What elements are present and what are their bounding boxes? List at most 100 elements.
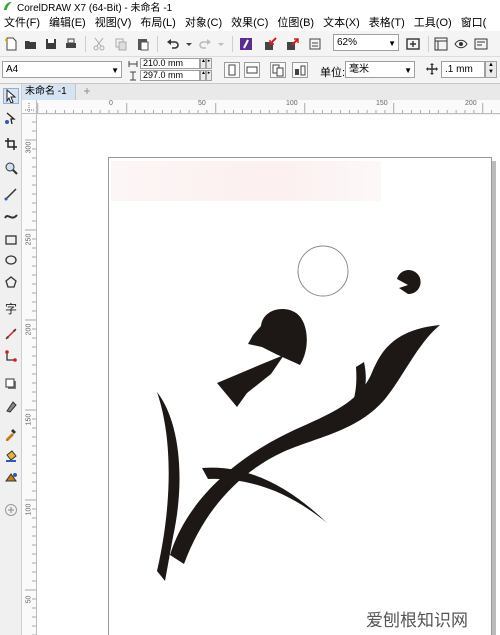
ruler-label: 100 xyxy=(286,100,298,107)
zoom-tool-icon[interactable] xyxy=(3,160,19,176)
menu-effects[interactable]: 效果(C) xyxy=(227,14,273,30)
page-height-lock-icon[interactable]: ▸ xyxy=(206,70,212,81)
ruler-label: 50 xyxy=(25,595,33,604)
page-width-lock-icon[interactable]: ▸ xyxy=(206,58,212,69)
page-width-icon xyxy=(128,61,138,67)
toolbox: 字 xyxy=(0,84,22,635)
rectangle-tool-icon[interactable] xyxy=(3,232,19,248)
search-content-icon[interactable] xyxy=(237,35,255,53)
ruler-label: 50 xyxy=(198,100,206,107)
bird-beak-shape[interactable] xyxy=(217,355,284,407)
options-icon[interactable] xyxy=(472,35,490,53)
page-width-field[interactable]: 210.0 mm xyxy=(140,58,200,69)
tab-untitled-document[interactable]: 未命名 -1 xyxy=(22,84,76,100)
nudge-distance-spinner[interactable]: ▲ ▼ xyxy=(485,61,497,78)
view-icon[interactable] xyxy=(452,35,470,53)
units-label: 单位: xyxy=(320,67,346,79)
zoom-level-value: 62% xyxy=(337,37,358,48)
ruler-label: 0 xyxy=(109,100,113,107)
window-title: CorelDRAW X7 (64-Bit) - 未命名 -1 xyxy=(17,3,173,14)
small-bird-shape[interactable] xyxy=(397,270,421,295)
horizontal-ruler[interactable]: 0 50 100 150 200 xyxy=(37,100,500,114)
ruler-label: 100 xyxy=(25,503,33,516)
nudge-distance-field[interactable]: .1 mm xyxy=(441,61,485,78)
menu-window[interactable]: 窗口( xyxy=(457,14,492,30)
chevron-down-icon: ▼ xyxy=(388,39,396,48)
add-tool-icon[interactable] xyxy=(3,502,19,518)
vertical-ruler[interactable]: 300 250 200 150 100 50 xyxy=(22,114,37,635)
ruler-label: 300 xyxy=(25,141,33,154)
menu-layout[interactable]: 布局(L) xyxy=(136,14,180,30)
drop-shadow-tool-icon[interactable] xyxy=(3,376,19,392)
import-icon[interactable] xyxy=(262,35,280,53)
page-size-select[interactable]: A4 ▼ xyxy=(2,61,122,78)
current-page-icon[interactable] xyxy=(292,62,308,78)
ruler-label: 150 xyxy=(376,100,388,107)
page-height-field[interactable]: 297.0 mm xyxy=(140,70,200,81)
main-branch-shape[interactable] xyxy=(170,325,440,564)
page-size-value: A4 xyxy=(6,64,19,75)
menu-table[interactable]: 表格(T) xyxy=(365,14,410,30)
menu-text[interactable]: 文本(X) xyxy=(319,14,365,30)
landscape-orientation-icon[interactable] xyxy=(244,62,260,78)
sun-circle[interactable] xyxy=(297,245,349,297)
print-icon[interactable] xyxy=(62,35,80,53)
menu-bar: 文件(F) 编辑(E) 视图(V) 布局(L) 对象(C) 效果(C) 位图(B… xyxy=(0,13,500,31)
pick-tool-icon[interactable] xyxy=(3,88,19,104)
chevron-down-icon: ▼ xyxy=(404,66,412,75)
color-eyedropper-tool-icon[interactable] xyxy=(3,426,19,442)
paste-icon[interactable] xyxy=(134,35,152,53)
nudge-distance-icon xyxy=(426,63,438,75)
freehand-tool-icon[interactable] xyxy=(3,186,19,202)
menu-view[interactable]: 视图(V) xyxy=(91,14,137,30)
ruler-label: 150 xyxy=(25,413,33,426)
copy-icon[interactable] xyxy=(112,35,130,53)
parallel-dimension-tool-icon[interactable] xyxy=(3,326,19,342)
crop-tool-icon[interactable] xyxy=(3,136,19,152)
artwork[interactable] xyxy=(37,115,500,635)
zoom-level-select[interactable]: 62% ▼ xyxy=(333,34,399,51)
connector-tool-icon[interactable] xyxy=(3,348,19,364)
page-height-icon xyxy=(130,71,136,81)
save-icon[interactable] xyxy=(42,35,60,53)
new-document-icon[interactable] xyxy=(2,35,20,53)
menu-edit[interactable]: 编辑(E) xyxy=(45,14,91,30)
menu-bitmaps[interactable]: 位图(B) xyxy=(273,14,319,30)
document-tabs: 未命名 -1 + xyxy=(22,84,500,100)
menu-file[interactable]: 文件(F) xyxy=(0,14,45,30)
ruler-label: 200 xyxy=(465,100,477,107)
full-screen-preview-icon[interactable] xyxy=(404,35,422,53)
polygon-tool-icon[interactable] xyxy=(3,274,19,290)
ruler-origin-corner[interactable] xyxy=(22,100,37,114)
open-folder-icon[interactable] xyxy=(22,35,40,53)
title-bar: CorelDRAW X7 (64-Bit) - 未命名 -1 xyxy=(0,0,500,14)
svg-text:字: 字 xyxy=(5,301,17,315)
units-value: 毫米 xyxy=(349,64,369,75)
redo-dropdown-icon[interactable] xyxy=(212,35,230,53)
text-tool-icon[interactable]: 字 xyxy=(3,300,19,316)
interactive-fill-tool-icon[interactable] xyxy=(3,448,19,464)
coreldraw-app-icon xyxy=(3,1,13,11)
shape-tool-icon[interactable] xyxy=(3,110,19,126)
portrait-orientation-icon[interactable] xyxy=(224,62,240,78)
all-pages-icon[interactable] xyxy=(270,62,286,78)
transparency-tool-icon[interactable] xyxy=(3,398,19,414)
bird-head-shape[interactable] xyxy=(248,309,307,365)
units-select[interactable]: 毫米 ▼ xyxy=(345,61,415,78)
chevron-down-icon: ▼ xyxy=(111,66,119,75)
ruler-label: 200 xyxy=(25,323,33,336)
cut-icon[interactable] xyxy=(90,35,108,53)
show-rulers-icon[interactable] xyxy=(432,35,450,53)
export-icon[interactable] xyxy=(284,35,302,53)
add-tab-button[interactable]: + xyxy=(80,85,94,99)
ruler-label: 250 xyxy=(25,233,33,246)
smart-fill-tool-icon[interactable] xyxy=(3,470,19,486)
ellipse-tool-icon[interactable] xyxy=(3,252,19,268)
publish-pdf-icon[interactable] xyxy=(306,35,324,53)
drawing-canvas[interactable] xyxy=(37,115,500,635)
menu-tools[interactable]: 工具(O) xyxy=(410,14,457,30)
watermark-text: 爱刨根知识网 xyxy=(366,611,468,630)
standard-toolbar xyxy=(0,31,500,57)
artistic-media-tool-icon[interactable] xyxy=(3,208,19,224)
menu-object[interactable]: 对象(C) xyxy=(181,14,227,30)
